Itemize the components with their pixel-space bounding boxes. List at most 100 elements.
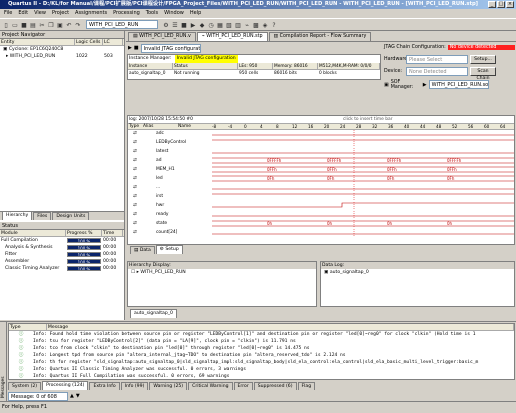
signal-waveform[interactable]	[212, 139, 515, 146]
column-instance[interactable]: Instance	[128, 63, 173, 69]
doc-tab-stp[interactable]: ⌁ WITH_PCI_LED_RUN.stp	[196, 32, 268, 41]
device-select[interactable]: None Detected	[406, 67, 468, 76]
stop-icon[interactable]: ■	[180, 21, 188, 29]
signal-waveform[interactable]	[212, 202, 515, 209]
cut-icon[interactable]: ✂	[38, 21, 46, 29]
chip-planner-icon[interactable]: ▩	[252, 21, 260, 29]
assembler-icon[interactable]: ▧	[225, 21, 233, 29]
settings-icon[interactable]: ⚙	[162, 21, 170, 29]
signal-row[interactable]: ⇄...	[128, 184, 514, 191]
minimize-button[interactable]: _	[488, 1, 496, 8]
prev-message-icon[interactable]: ▲	[70, 393, 74, 399]
tab-hierarchy[interactable]: Hierarchy	[2, 211, 33, 220]
tab-error[interactable]: Error	[233, 382, 253, 390]
paste-icon[interactable]: ▣	[56, 21, 64, 29]
signal-row[interactable]: ⇄ led 0Fh 0Fh 0Fh 0Fh	[128, 175, 514, 182]
message-row[interactable]: ⓘ Info: Quartus II Full Compilation was s…	[9, 373, 514, 379]
signal-waveform[interactable]	[212, 130, 515, 137]
column-logic-cells[interactable]: Logic Cells	[75, 39, 103, 45]
sof-file-field[interactable]: WITH_PCI_LED_RUN.sof	[428, 80, 489, 89]
tab-files[interactable]: Files	[33, 212, 52, 220]
menu-edit[interactable]: Edit	[18, 9, 28, 18]
status-row[interactable]: Classic Timing Analyzer 100 % 00:00	[0, 265, 124, 272]
tree-row[interactable]: ▸ WITH_PCI_LED_RUN 1022 503	[0, 53, 124, 60]
column-type[interactable]: Type	[9, 324, 47, 330]
signal-row[interactable]: ⇄ adc	[128, 130, 514, 137]
report-icon[interactable]: ▥	[234, 21, 242, 29]
menu-processing[interactable]: Processing	[113, 9, 140, 18]
status-row[interactable]: Analysis & Synthesis 100 % 00:00	[0, 244, 124, 251]
signal-row[interactable]: ⇄ latest	[128, 148, 514, 155]
tab-design-units[interactable]: Design Units	[52, 212, 90, 220]
menu-project[interactable]: Project	[52, 9, 69, 18]
print-icon[interactable]: ▤	[29, 21, 37, 29]
help-icon[interactable]: ?	[270, 21, 278, 29]
message-row[interactable]: ⓘ Info: Longest tpd from source pin "alte…	[9, 352, 514, 359]
signal-row[interactable]: ⇄ hwr	[128, 202, 514, 209]
tab-data[interactable]: ▤ Data	[130, 246, 155, 254]
column-status[interactable]: Status	[173, 63, 238, 69]
column-memory[interactable]: Memory: 86016	[273, 63, 318, 69]
signal-row[interactable]: ⇄ ad 0FFFFh 0FFFFh 0FFFFh 0FFFFh	[128, 157, 514, 164]
column-progress[interactable]: Progress %	[66, 230, 102, 236]
save-icon[interactable]: ■	[20, 21, 28, 29]
instance-run-icon[interactable]: ▶	[128, 45, 132, 51]
column-blocks[interactable]: M512,M4K,M-RAM: 0/0/0	[318, 63, 380, 69]
signal-waveform[interactable]: 0Fh 0Fh 0Fh 0Fh	[212, 175, 515, 182]
tab-flag[interactable]: Flag	[297, 382, 316, 390]
status-row[interactable]: Fitter 100 % 00:00	[0, 251, 124, 258]
signal-waveform[interactable]	[212, 184, 515, 191]
redo-icon[interactable]: ↷	[74, 21, 82, 29]
message-row[interactable]: ⓘ Info: Quartus II Classic Timing Analyze…	[9, 366, 514, 373]
status-row[interactable]: Assembler 100 % 00:00	[0, 258, 124, 265]
signal-row[interactable]: ⇄ state 0h 0h 0h 0h	[128, 220, 514, 227]
doc-tab-verilog[interactable]: ▤ WITH_PCI_LED_RUN.v	[128, 32, 196, 41]
hierarchy-icon[interactable]: ☰	[171, 21, 179, 29]
compile-icon[interactable]: ▶	[189, 21, 197, 29]
status-row[interactable]: Full Compilation 100 % 00:00	[0, 237, 124, 244]
signal-row[interactable]: ⇄ MEM_H1 0FFh 0FFh 0FFh 0FFh	[128, 166, 514, 173]
tab-extra-info[interactable]: Extra Info	[89, 382, 120, 390]
menu-help[interactable]: Help	[190, 9, 201, 18]
menu-tools[interactable]: Tools	[146, 9, 158, 18]
instance-row[interactable]: auto_signaltap_0 Not running 950 cells 8…	[128, 70, 380, 77]
menu-assignments[interactable]: Assignments	[75, 9, 107, 18]
timing-icon[interactable]: ◷	[207, 21, 215, 29]
tab-critical-warning[interactable]: Critical Warning	[188, 382, 233, 390]
instance-status-combo[interactable]: Invalid JTAG configuration	[140, 43, 201, 53]
signal-row[interactable]: ⇄ ready	[128, 211, 514, 218]
signal-waveform[interactable]	[212, 229, 515, 236]
column-time[interactable]: Time	[102, 230, 123, 236]
signal-row[interactable]: ⇄ LEDByControl	[128, 139, 514, 146]
maximize-button[interactable]: □	[497, 1, 505, 8]
analysis-icon[interactable]: ◆	[198, 21, 206, 29]
signal-waveform[interactable]	[212, 148, 515, 155]
hierarchy-item[interactable]: ☐ ▸ WITH_PCI_LED_RUN	[128, 269, 316, 276]
menu-view[interactable]: View	[34, 9, 46, 18]
signal-waveform[interactable]: 0FFFFh 0FFFFh 0FFFFh 0FFFFh	[212, 157, 515, 164]
menu-window[interactable]: Window	[164, 9, 184, 18]
tab-system[interactable]: System (2)	[8, 382, 42, 390]
menu-file[interactable]: File	[4, 9, 12, 18]
instance-stop-icon[interactable]: ■	[134, 45, 139, 51]
message-row[interactable]: ⓘ Info: Found hold time violation between…	[9, 331, 514, 338]
column-les[interactable]: LEs: 950	[238, 63, 273, 69]
hardware-select[interactable]: Please Select	[406, 55, 468, 64]
setup-button[interactable]: Setup...	[470, 55, 496, 64]
column-entity[interactable]: Entity	[0, 39, 75, 45]
signal-waveform[interactable]: 0h 0h 0h 0h	[212, 220, 515, 227]
tab-warning[interactable]: Warning (25)	[149, 382, 188, 390]
tab-suppressed[interactable]: Suppressed (6)	[253, 382, 297, 390]
tab-processing[interactable]: Processing (124)	[42, 381, 89, 390]
message-row[interactable]: ⓘ Info: th for register "sld_signaltap:au…	[9, 359, 514, 366]
column-message[interactable]: Message	[47, 324, 514, 330]
open-file-icon[interactable]: ▭	[11, 21, 19, 29]
new-file-icon[interactable]: ▯	[2, 21, 10, 29]
fitter-icon[interactable]: ▦	[216, 21, 224, 29]
message-row[interactable]: ⓘ Info: tsu for register "LEDByControl[2]…	[9, 338, 514, 345]
undo-icon[interactable]: ↶	[65, 21, 73, 29]
signal-row[interactable]: ⇄ irst	[128, 193, 514, 200]
signal-row[interactable]: ⇄ count[24]	[128, 229, 514, 236]
message-location-field[interactable]: Message: 0 of 608	[8, 391, 68, 401]
scan-chain-button[interactable]: Scan Chain	[470, 67, 496, 81]
